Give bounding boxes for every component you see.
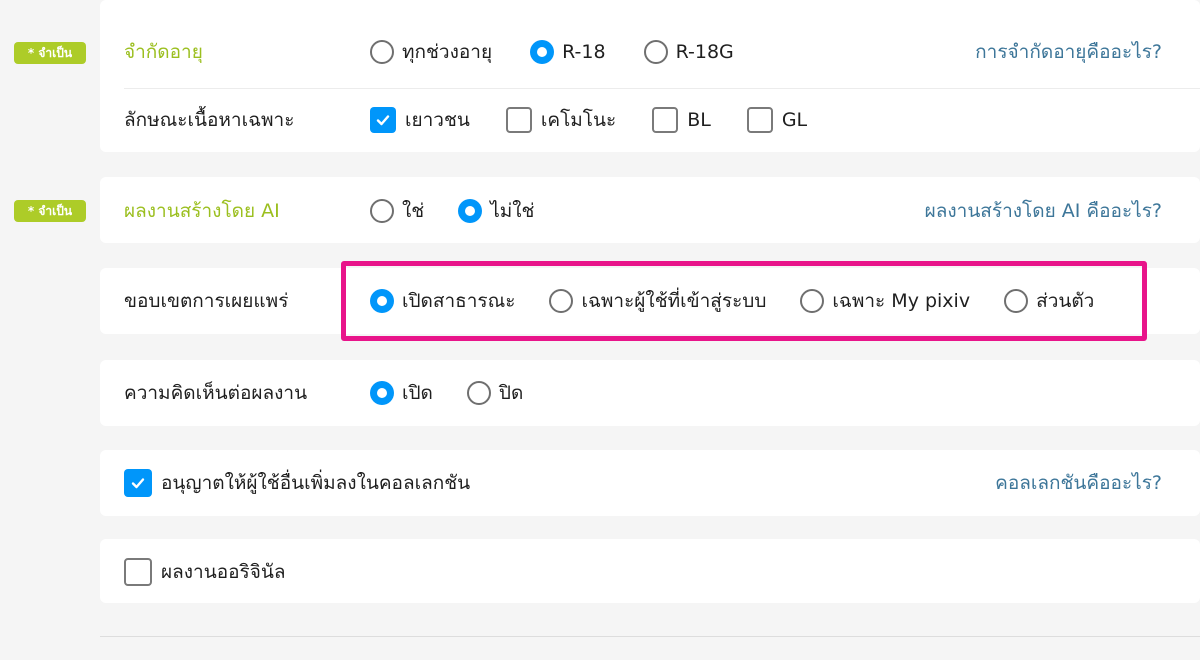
ai-generated-card: ผลงานสร้างโดย AI ใช่ ไม่ใช่ ผลงานสร้างโด…: [100, 177, 1200, 243]
original-work-card: ผลงานออริจินัล: [100, 539, 1200, 603]
highlight-box: [341, 261, 1147, 341]
radio-icon: [370, 199, 394, 223]
radio-selected-icon: [370, 381, 394, 405]
checkbox-checked-icon: [124, 469, 152, 497]
checkbox-icon: [652, 107, 679, 133]
comments-card: ความคิดเห็นต่อผลงาน เปิด ปิด: [100, 360, 1200, 426]
age-restriction-label: จำกัดอายุ: [124, 41, 203, 63]
collections-checkbox[interactable]: อนุญาตให้ผู้ใช้อื่นเพิ่มลงในคอลเลกชัน: [124, 468, 470, 498]
content-option-youth[interactable]: เยาวชน: [370, 105, 470, 135]
collections-card: อนุญาตให้ผู้ใช้อื่นเพิ่มลงในคอลเลกชัน คอ…: [100, 450, 1200, 516]
collections-label: อนุญาตให้ผู้ใช้อื่นเพิ่มลงในคอลเลกชัน: [161, 472, 471, 494]
age-option-all[interactable]: ทุกช่วงอายุ: [370, 37, 492, 67]
checkbox-icon: [124, 558, 152, 586]
checkbox-icon: [746, 107, 773, 133]
age-restriction-card: จำกัดอายุ ทุกช่วงอายุ R-18 R-18G การจำกั…: [100, 0, 1200, 152]
original-work-label: ผลงานออริจินัล: [161, 561, 286, 583]
required-badge: * จำเป็น: [14, 42, 86, 64]
age-option-r18g[interactable]: R-18G: [643, 40, 734, 64]
checkbox-checked-icon: [370, 107, 396, 133]
collections-help-link[interactable]: คอลเลกชันคืออะไร?: [995, 468, 1162, 498]
footer-divider: [100, 636, 1200, 637]
radio-icon: [643, 40, 668, 64]
age-option-r18[interactable]: R-18: [530, 40, 606, 64]
comments-option-on[interactable]: เปิด: [370, 378, 433, 408]
specific-content-label: ลักษณะเนื้อหาเฉพาะ: [124, 109, 295, 131]
required-badge: * จำเป็น: [14, 200, 86, 222]
age-restriction-help-link[interactable]: การจำกัดอายุคืออะไร?: [975, 37, 1162, 67]
ai-generated-options: ใช่ ไม่ใช่: [370, 196, 534, 226]
ai-option-no[interactable]: ไม่ใช่: [458, 196, 534, 226]
content-option-kemono[interactable]: เคโมโนะ: [505, 105, 616, 135]
content-option-bl[interactable]: BL: [652, 107, 711, 133]
divider: [124, 88, 1200, 89]
original-work-checkbox[interactable]: ผลงานออริจินัล: [124, 557, 286, 587]
checkbox-icon: [505, 107, 532, 133]
age-restriction-options: ทุกช่วงอายุ R-18 R-18G: [370, 37, 734, 67]
ai-generated-help-link[interactable]: ผลงานสร้างโดย AI คืออะไร?: [925, 196, 1162, 226]
radio-selected-icon: [458, 199, 483, 223]
radio-icon: [370, 40, 394, 64]
comments-option-off[interactable]: ปิด: [466, 378, 523, 408]
radio-selected-icon: [530, 40, 555, 64]
content-option-gl[interactable]: GL: [746, 107, 807, 133]
specific-content-options: เยาวชน เคโมโนะ BL GL: [370, 105, 807, 135]
radio-icon: [466, 381, 491, 405]
comments-options: เปิด ปิด: [370, 378, 523, 408]
comments-label: ความคิดเห็นต่อผลงาน: [124, 382, 308, 404]
ai-option-yes[interactable]: ใช่: [370, 196, 424, 226]
ai-generated-label: ผลงานสร้างโดย AI: [124, 200, 280, 222]
visibility-label: ขอบเขตการเผยแพร่: [124, 290, 289, 312]
